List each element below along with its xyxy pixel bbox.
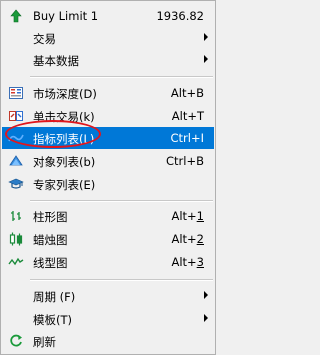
menu-item-line-chart[interactable]: 线型图 Alt+3	[2, 251, 214, 273]
refresh-icon	[10, 334, 22, 347]
menu-item-label: 蜡烛图	[33, 233, 68, 247]
menu-item-price: 1936.82	[156, 9, 204, 23]
menu-item-experts-list[interactable]: 专家列表(E)	[2, 173, 214, 195]
menu-separator	[30, 200, 213, 202]
menu-item-objects-list[interactable]: 对象列表(b) Ctrl+B	[2, 150, 214, 172]
context-menu: Buy Limit 1 1936.82 交易 基本数据 市场深度(D) Alt+…	[0, 0, 216, 355]
one-click-trading-icon	[9, 111, 23, 121]
menu-item-label: Buy Limit 1	[33, 9, 99, 23]
menu-item-periods[interactable]: 周期 (F)	[2, 285, 214, 307]
menu-item-label: 专家列表(E)	[33, 178, 96, 192]
green-up-arrow-icon	[10, 9, 22, 23]
menu-item-label: 交易	[33, 32, 56, 46]
objects-list-icon	[9, 155, 23, 166]
menu-item-label: 刷新	[33, 335, 56, 349]
menu-item-candlestick[interactable]: 蜡烛图 Alt+2	[2, 228, 214, 250]
menu-item-label: 柱形图	[33, 210, 68, 224]
menu-item-label: 线型图	[33, 256, 68, 270]
candlestick-icon	[9, 232, 23, 246]
menu-item-bar-chart[interactable]: 柱形图 Alt+1	[2, 205, 214, 227]
menu-item-buy-limit[interactable]: Buy Limit 1 1936.82	[2, 5, 214, 27]
experts-list-icon	[8, 178, 24, 189]
menu-item-fundamental-data[interactable]: 基本数据	[2, 49, 214, 71]
menu-item-shortcut: Ctrl+I	[170, 131, 205, 145]
menu-item-shortcut: Alt+3	[171, 255, 204, 269]
menu-item-trading[interactable]: 交易	[2, 27, 214, 49]
submenu-arrow-icon	[204, 291, 208, 299]
menu-item-shortcut: Alt+2	[171, 232, 204, 246]
menu-item-refresh[interactable]: 刷新	[2, 330, 214, 352]
menu-item-label: 周期 (F)	[33, 290, 76, 304]
menu-separator	[30, 76, 213, 78]
submenu-arrow-icon	[204, 314, 208, 322]
submenu-arrow-icon	[204, 55, 208, 63]
menu-item-label: 对象列表(b)	[33, 155, 96, 169]
menu-item-shortcut: Ctrl+B	[166, 154, 204, 168]
menu-item-shortcut: Alt+T	[171, 109, 204, 123]
menu-item-label: 模板(T)	[33, 313, 72, 327]
submenu-arrow-icon	[204, 33, 208, 41]
menu-item-label: 基本数据	[33, 54, 79, 68]
menu-separator	[30, 279, 213, 281]
menu-item-label: 市场深度(D)	[33, 87, 97, 101]
menu-item-market-depth[interactable]: 市场深度(D) Alt+B	[2, 82, 214, 104]
menu-item-shortcut: Alt+B	[170, 86, 204, 100]
menu-item-shortcut: Alt+1	[171, 209, 204, 223]
market-depth-icon	[9, 87, 23, 99]
bar-chart-icon	[11, 211, 21, 221]
annotation-highlight-oval	[5, 120, 101, 148]
menu-item-templates[interactable]: 模板(T)	[2, 308, 214, 330]
line-chart-icon	[8, 257, 24, 266]
